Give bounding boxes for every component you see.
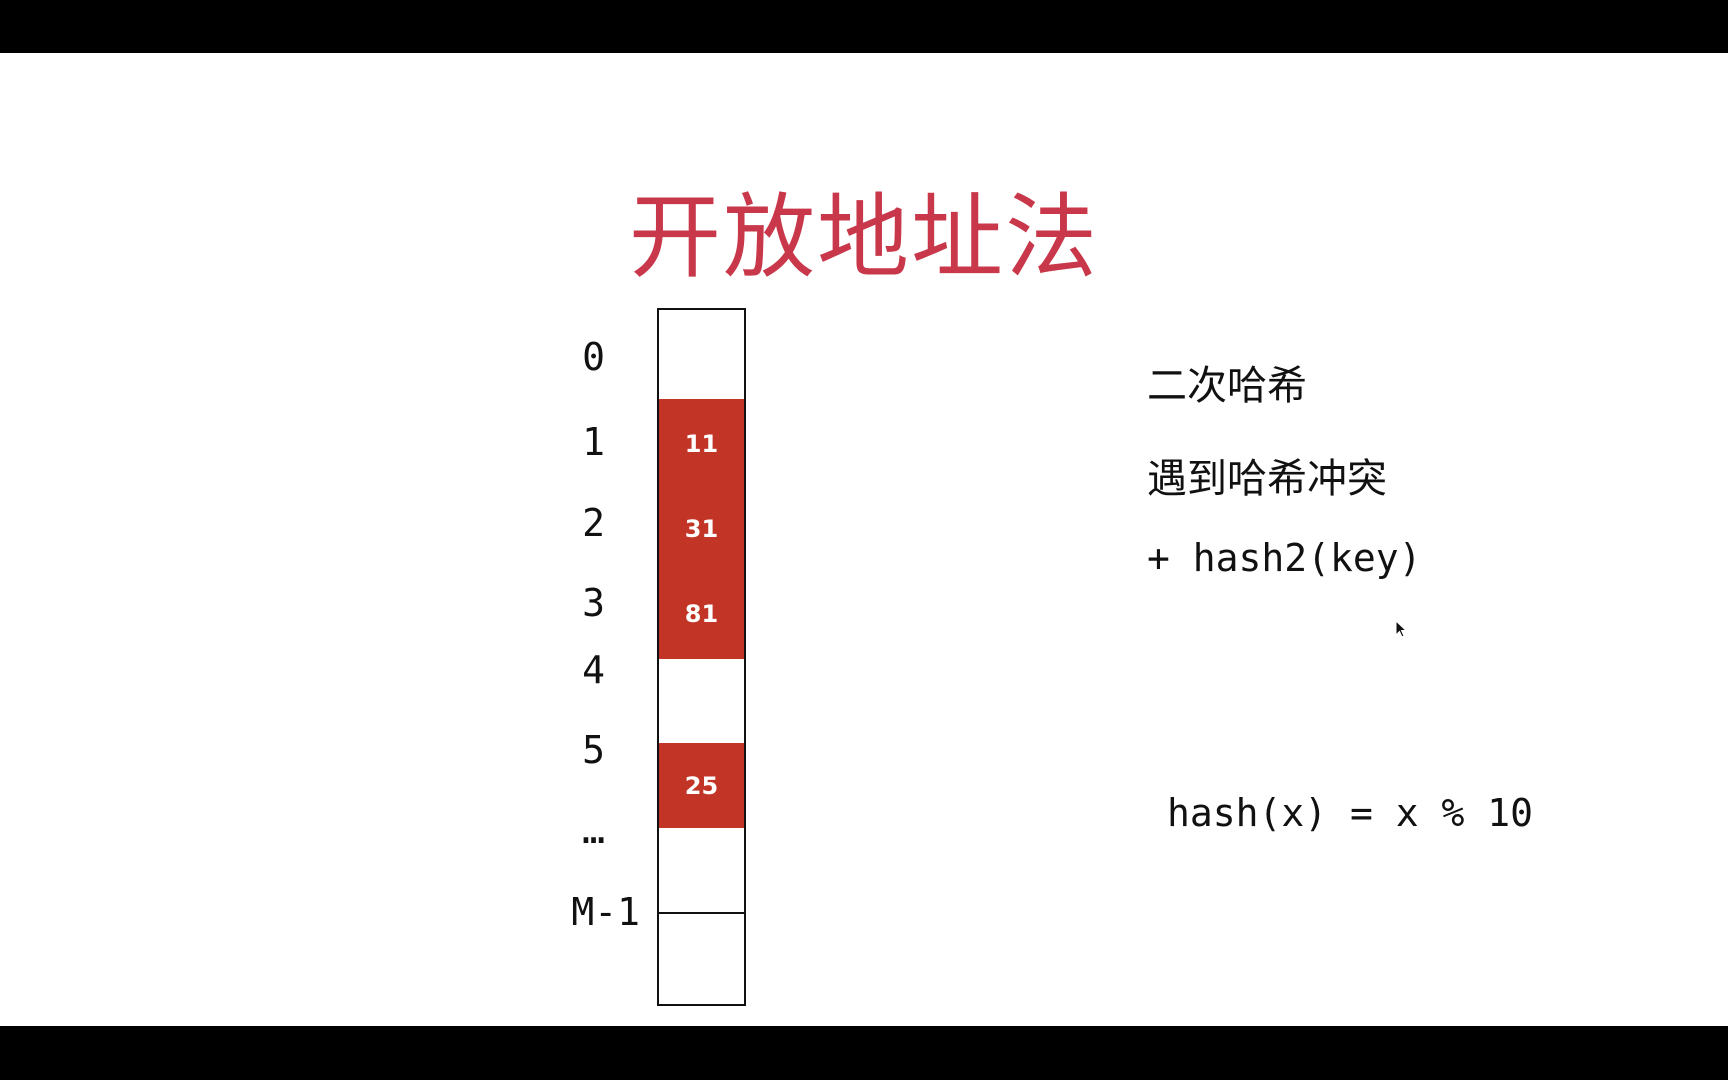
table-cell-4 (659, 659, 744, 743)
note-double-hashing: 二次哈希 (1147, 363, 1307, 409)
video-frame: 开放地址法 0 1 2 3 4 5 … M-1 11 31 81 25 二次哈希… (0, 0, 1728, 1080)
note-hash2-key: + hash2(key) (1147, 536, 1422, 580)
index-label-2: 2 (582, 501, 605, 545)
index-label-ellipsis: … (582, 808, 605, 852)
table-cell-5: 25 (659, 743, 744, 828)
table-cell-2: 31 (659, 489, 744, 569)
note-on-collision: 遇到哈希冲突 (1147, 456, 1387, 502)
table-cell-1: 11 (659, 399, 744, 489)
hash-formula: hash(x) = x % 10 (1167, 791, 1534, 835)
index-label-1: 1 (582, 420, 605, 464)
table-cell-ellipsis (659, 828, 744, 912)
index-label-4: 4 (582, 648, 605, 692)
hash-table: 11 31 81 25 (657, 308, 746, 1006)
mouse-cursor-icon (1395, 620, 1408, 638)
slide: 开放地址法 0 1 2 3 4 5 … M-1 11 31 81 25 二次哈希… (0, 53, 1728, 1026)
index-label-m-minus-1: M-1 (571, 890, 640, 934)
table-cell-0 (659, 310, 744, 399)
index-label-3: 3 (582, 581, 605, 625)
index-label-5: 5 (582, 728, 605, 772)
index-label-0: 0 (582, 335, 605, 379)
table-cell-m-minus-1 (659, 914, 744, 1004)
slide-title: 开放地址法 (628, 184, 1099, 291)
table-cell-3: 81 (659, 569, 744, 659)
